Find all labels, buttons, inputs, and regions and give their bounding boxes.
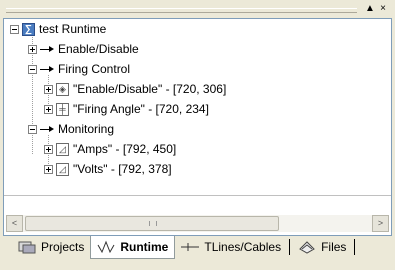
- meter-icon: ◿: [56, 142, 69, 156]
- collapse-icon[interactable]: ▲: [364, 3, 376, 15]
- tree-item-label: "Enable/Disable" - [720, 306]: [73, 82, 227, 96]
- workspace-panel: ∑ test Runtime Enable/Disable Firing Con…: [3, 18, 392, 236]
- tab-runtime[interactable]: Runtime: [90, 236, 176, 259]
- tree-root[interactable]: ∑ test Runtime: [10, 20, 106, 38]
- drag-grip[interactable]: [6, 8, 357, 13]
- tree-item-firing-angle[interactable]: ╪ "Firing Angle" - [720, 234]: [44, 100, 209, 118]
- tab-tlines-cables[interactable]: TLines/Cables: [175, 236, 287, 257]
- tree-item-label: "Volts" - [792, 378]: [73, 162, 172, 176]
- tab-label: TLines/Cables: [204, 239, 282, 254]
- divider: [4, 195, 391, 196]
- scroll-left-icon[interactable]: <: [6, 215, 23, 232]
- projects-icon: [18, 241, 36, 253]
- tab-label: Files: [321, 239, 347, 254]
- tree-item-monitoring[interactable]: Monitoring: [28, 120, 114, 138]
- switch-control-icon: ◈: [56, 82, 69, 96]
- tab-divider: [289, 239, 291, 255]
- collapse-toggle-icon[interactable]: [28, 124, 37, 134]
- workspace-tabs: Projects Runtime TLines/Cables Files: [0, 236, 395, 260]
- meter-icon: ◿: [56, 162, 69, 176]
- tree-item-label: Enable/Disable: [58, 42, 139, 56]
- collapse-toggle-icon[interactable]: [28, 64, 37, 74]
- signal-arrow-icon: [40, 125, 54, 134]
- scroll-right-icon[interactable]: >: [372, 215, 389, 232]
- tab-divider: [354, 239, 356, 255]
- expand-toggle-icon[interactable]: [44, 164, 53, 174]
- tree-item-label: "Amps" - [792, 450]: [73, 142, 177, 156]
- horizontal-scrollbar[interactable]: < >: [6, 215, 389, 232]
- tab-files[interactable]: Files: [292, 236, 352, 257]
- runtime-tree: ∑ test Runtime Enable/Disable Firing Con…: [4, 19, 391, 195]
- tree-item-amps[interactable]: ◿ "Amps" - [792, 450]: [44, 140, 176, 158]
- tree-item-label: "Firing Angle" - [720, 234]: [73, 102, 209, 116]
- tab-projects[interactable]: Projects: [0, 236, 90, 257]
- expand-toggle-icon[interactable]: [28, 44, 37, 54]
- panel-titlebar: ▲ ×: [0, 0, 395, 18]
- tab-label: Runtime: [120, 240, 169, 254]
- signal-arrow-icon: [40, 65, 54, 74]
- expand-toggle-icon[interactable]: [44, 104, 53, 114]
- tree-item-label: Firing Control: [58, 62, 131, 76]
- close-icon[interactable]: ×: [377, 3, 389, 15]
- tab-label: Projects: [41, 239, 85, 254]
- tree-item-volts[interactable]: ◿ "Volts" - [792, 378]: [44, 160, 172, 178]
- tree-item-firing-control[interactable]: Firing Control: [28, 60, 130, 78]
- tree-item-enable-disable-control[interactable]: ◈ "Enable/Disable" - [720, 306]: [44, 80, 226, 98]
- runtime-project-icon: ∑: [22, 22, 35, 36]
- expand-toggle-icon[interactable]: [44, 144, 53, 154]
- runtime-wave-icon: [97, 240, 115, 254]
- signal-arrow-icon: [40, 45, 54, 54]
- tree-item-label: Monitoring: [58, 122, 115, 136]
- expand-toggle-icon[interactable]: [44, 84, 53, 94]
- slider-control-icon: ╪: [56, 102, 69, 116]
- tline-icon: [181, 242, 200, 251]
- tree-item-enable-disable[interactable]: Enable/Disable: [28, 40, 139, 58]
- tree-root-label: test Runtime: [39, 22, 107, 36]
- files-icon: [299, 240, 315, 254]
- collapse-toggle-icon[interactable]: [10, 24, 19, 34]
- scrollbar-thumb[interactable]: [25, 216, 279, 231]
